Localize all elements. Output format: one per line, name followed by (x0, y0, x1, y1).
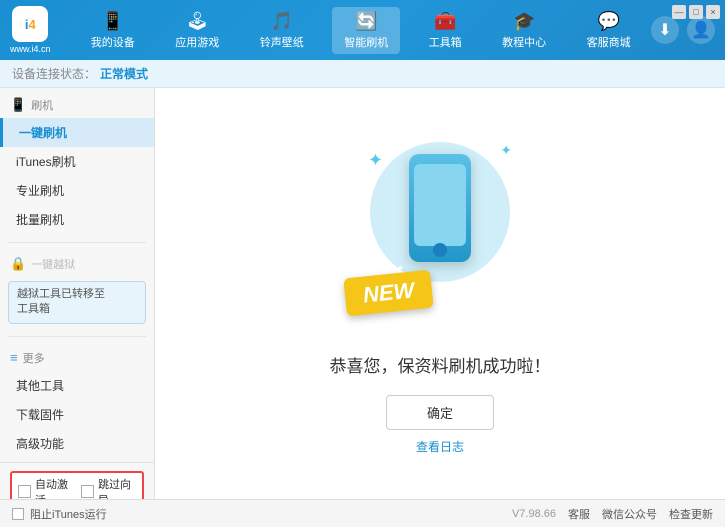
more-section: ≡ 更多 其他工具 下载固件 高级功能 (0, 341, 154, 462)
minimize-button[interactable]: — (672, 5, 686, 19)
advanced-label: 高级功能 (16, 437, 64, 451)
logo-text: www.i4.cn (10, 44, 51, 54)
status-bar: 设备连接状态： 正常模式 (0, 60, 725, 88)
version-text: V7.98.66 (512, 508, 556, 520)
nav-my-device-label: 我的设备 (91, 34, 135, 50)
nav-toolbox-label: 工具箱 (429, 34, 462, 50)
user-button[interactable]: 👤 (687, 16, 715, 44)
nav-service-label: 客服商城 (587, 34, 631, 50)
lock-icon: 🔒 (10, 256, 26, 272)
sparkle-left: ✦ (368, 150, 383, 171)
jailbreak-notice: 越狱工具已转移至工具箱 (8, 281, 146, 324)
footer: 阻止iTunes运行 V7.98.66 客服 微信公众号 检查更新 (0, 499, 725, 527)
flash-group-icon: 📱 (10, 97, 26, 113)
phone-home-button (433, 243, 447, 257)
more-icon: ≡ (10, 350, 18, 365)
footer-right: V7.98.66 客服 微信公众号 检查更新 (512, 506, 713, 522)
sidebar-divider-1 (8, 242, 146, 243)
jailbreak-notice-text: 越狱工具已转移至工具箱 (17, 288, 105, 315)
flash-group-header: 📱 刷机 (0, 92, 154, 118)
header-actions: ⬇ 👤 (651, 16, 715, 44)
maximize-button[interactable]: □ (689, 5, 703, 19)
nav-toolbox[interactable]: 🧰 工具箱 (417, 7, 474, 54)
sidebar-item-advanced[interactable]: 高级功能 (0, 429, 154, 458)
auto-activate-label: 自动激活 (35, 476, 73, 499)
skip-guide-label: 跳过向导 (98, 476, 136, 499)
jailbreak-label: 一键越狱 (31, 256, 75, 272)
main-content: 📱 刷机 一键刷机 iTunes刷机 专业刷机 批量刷机 (0, 88, 725, 499)
batch-flash-label: 批量刷机 (16, 213, 64, 227)
sidebar-divider-2 (8, 336, 146, 337)
nav-app-label: 应用游戏 (175, 34, 219, 50)
one-click-flash-label: 一键刷机 (19, 126, 67, 140)
download-firmware-label: 下载固件 (16, 408, 64, 422)
nav-smart-flash[interactable]: 🔄 智能刷机 (332, 7, 400, 54)
sidebar-item-itunes-flash[interactable]: iTunes刷机 (0, 147, 154, 176)
nav-tutorial[interactable]: 🎓 教程中心 (490, 7, 558, 54)
sidebar-item-other-tools[interactable]: 其他工具 (0, 371, 154, 400)
confirm-button[interactable]: 确定 (386, 395, 494, 430)
status-value: 正常模式 (100, 65, 148, 82)
new-badge: ✦ ✦ ✦ NEW (343, 270, 434, 317)
sidebar-item-pro-flash[interactable]: 专业刷机 (0, 176, 154, 205)
sparkle-right: ✦ (500, 142, 512, 159)
phone-body (409, 154, 471, 262)
app-icon: 🕹 (186, 11, 209, 32)
other-tools-label: 其他工具 (16, 379, 64, 393)
tutorial-icon: 🎓 (513, 11, 535, 32)
nav-my-device[interactable]: 📱 我的设备 (79, 7, 147, 54)
success-text: 恭喜您，保资料刷机成功啦！ (330, 352, 551, 377)
more-header: ≡ 更多 (0, 345, 154, 371)
itunes-flash-label: iTunes刷机 (16, 155, 76, 169)
phone-screen (414, 164, 466, 246)
nav-app-game[interactable]: 🕹 应用游戏 (163, 7, 231, 54)
view-log-button[interactable]: 查看日志 (416, 438, 464, 455)
logo: i4 www.i4.cn (10, 6, 51, 54)
more-label: 更多 (23, 350, 45, 366)
check-update-link[interactable]: 检查更新 (669, 506, 713, 522)
nav-ringtone[interactable]: 🎵 铃声壁纸 (248, 7, 316, 54)
stop-itunes-checkbox[interactable] (12, 508, 24, 520)
success-illustration: ✦ ✦ ✦ ✦ ✦ NEW (340, 132, 540, 342)
logo-icon: i4 (12, 6, 48, 42)
flash-icon: 🔄 (355, 11, 377, 32)
sidebar-bottom: 自动激活 跳过向导 📱 iPhone 15 Pro Max 512GB iPho… (0, 462, 154, 499)
device-icon: 📱 (102, 11, 124, 32)
nav-tutorial-label: 教程中心 (502, 34, 546, 50)
main-panel: ✦ ✦ ✦ ✦ ✦ NEW 恭喜您，保资料刷机成功啦！ 确定 查看日志 (155, 88, 725, 499)
footer-left: 阻止iTunes运行 (12, 506, 107, 522)
nav-bar: 📱 我的设备 🕹 应用游戏 🎵 铃声壁纸 🔄 智能刷机 🧰 工具箱 🎓 (71, 7, 651, 54)
download-button[interactable]: ⬇ (651, 16, 679, 44)
stop-itunes-label: 阻止iTunes运行 (30, 506, 107, 522)
jailbreak-header: 🔒 一键越狱 (0, 251, 154, 277)
header: i4 www.i4.cn 📱 我的设备 🕹 应用游戏 🎵 铃声壁纸 🔄 智能刷机 (0, 0, 725, 60)
ringtone-icon: 🎵 (271, 11, 293, 32)
wechat-link[interactable]: 微信公众号 (602, 506, 657, 522)
toolbox-icon: 🧰 (434, 11, 456, 32)
customer-service-link[interactable]: 客服 (568, 506, 590, 522)
auto-activate-checkbox[interactable] (18, 485, 31, 498)
flash-group-label: 刷机 (31, 97, 53, 113)
sidebar-item-download-firmware[interactable]: 下载固件 (0, 400, 154, 429)
skip-guide-checkbox[interactable] (81, 485, 94, 498)
service-icon: 💬 (597, 11, 619, 32)
flash-section: 📱 刷机 一键刷机 iTunes刷机 专业刷机 批量刷机 (0, 88, 154, 238)
sidebar: 📱 刷机 一键刷机 iTunes刷机 专业刷机 批量刷机 (0, 88, 155, 499)
jailbreak-section: 🔒 一键越狱 越狱工具已转移至工具箱 (0, 247, 154, 332)
nav-smart-flash-label: 智能刷机 (344, 34, 388, 50)
nav-service[interactable]: 💬 客服商城 (575, 7, 643, 54)
status-prefix: 设备连接状态： (12, 65, 96, 82)
nav-ringtone-label: 铃声壁纸 (260, 34, 304, 50)
badge-stars: ✦ ✦ ✦ (367, 264, 405, 277)
sidebar-item-batch-flash[interactable]: 批量刷机 (0, 205, 154, 234)
auto-options-row: 自动激活 跳过向导 (10, 471, 144, 499)
sidebar-item-one-click-flash[interactable]: 一键刷机 (0, 118, 154, 147)
new-badge-text: NEW (362, 277, 416, 307)
pro-flash-label: 专业刷机 (16, 184, 64, 198)
close-button[interactable]: × (706, 5, 720, 19)
